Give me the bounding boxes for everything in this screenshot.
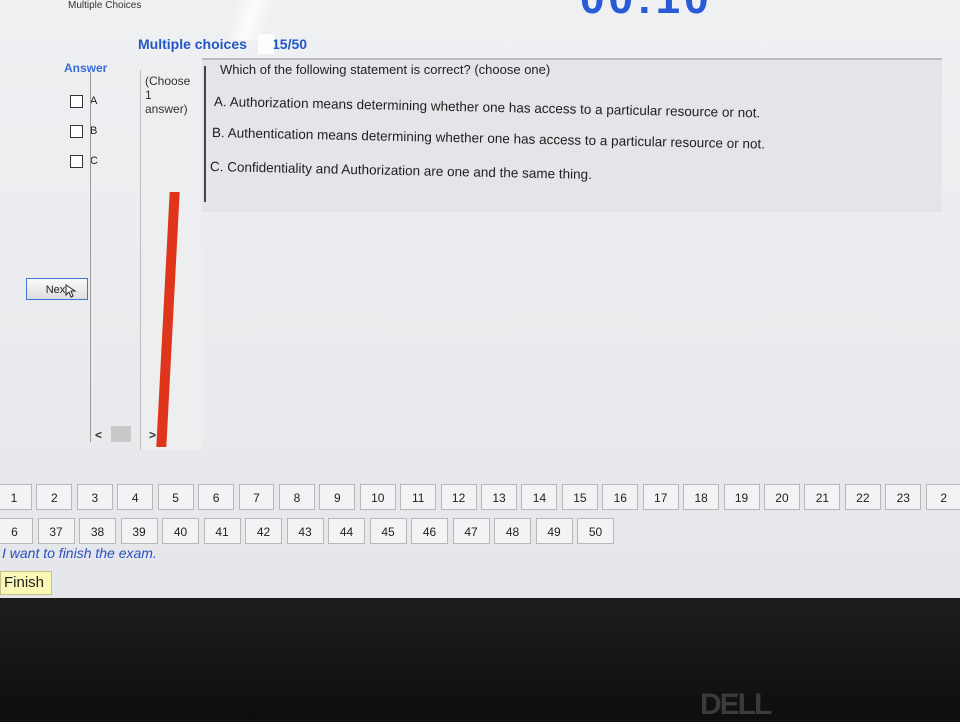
answer-options: A B C — [70, 86, 98, 176]
question-nav-button[interactable]: 11 — [400, 484, 437, 510]
answer-option-label: B — [90, 125, 98, 137]
question-nav-button[interactable]: 40 — [162, 518, 199, 544]
question-nav-button[interactable]: 49 — [535, 518, 573, 544]
question-nav-button[interactable]: 50 — [577, 518, 614, 544]
question-nav-button[interactable]: 7 — [238, 484, 275, 510]
question-navigator: 1 2 3 4 5 6 7 8 9 10 11 12 13 14 15 16 17 18 19 20 21 22 23 2 6… — [0, 484, 960, 546]
question-nav-row-2: 6 37 38 39 40 41 42 43 44 45 46 47 48 49 50 — [0, 518, 960, 546]
question-nav-button[interactable]: 18 — [683, 484, 720, 510]
question-nav-button[interactable]: 13 — [481, 484, 517, 510]
question-nav-button[interactable]: 48 — [494, 518, 531, 544]
question-nav-button[interactable]: 2 — [36, 484, 73, 510]
question-nav-button[interactable]: 15 — [561, 484, 598, 510]
finish-prompt: I want to finish the exam. — [2, 545, 157, 561]
question-progress: 15/50 — [257, 34, 308, 54]
horizontal-scrollbar[interactable]: < > — [95, 424, 165, 446]
question-nav-button[interactable]: 8 — [278, 484, 315, 510]
exam-screen: Multiple Choices 00:10 Multiple choices … — [0, 0, 960, 610]
choose-instruction: (Choose 1 answer) — [145, 74, 190, 116]
choose-line: 1 — [145, 88, 152, 102]
answer-option-label: C — [90, 155, 98, 167]
checkbox-a[interactable] — [70, 94, 83, 108]
question-nav-button[interactable]: 22 — [844, 484, 881, 510]
question-nav-button[interactable]: 14 — [521, 484, 558, 510]
question-nav-button[interactable]: 6 — [0, 518, 33, 544]
question-nav-row-1: 1 2 3 4 5 6 7 8 9 10 11 12 13 14 15 16 17 18 19 20 21 22 23 2 — [0, 484, 960, 512]
question-nav-button[interactable]: 39 — [120, 518, 158, 544]
question-nav-button[interactable]: 20 — [764, 484, 800, 510]
question-nav-button[interactable]: 3 — [76, 484, 113, 510]
window-title: Multiple Choices — [68, 0, 142, 11]
question-nav-button[interactable]: 10 — [359, 484, 396, 510]
question-nav-button[interactable]: 9 — [319, 484, 356, 510]
answer-option-label: A — [90, 95, 98, 107]
question-nav-button[interactable]: 46 — [411, 518, 448, 544]
question-nav-button[interactable]: 5 — [157, 484, 194, 510]
next-button[interactable]: Next — [26, 278, 88, 300]
scroll-thumb[interactable] — [111, 426, 131, 442]
timer-display: 00:10 — [580, 0, 713, 24]
question-nav-button[interactable]: 43 — [286, 518, 324, 544]
monitor-bezel — [0, 598, 960, 720]
question-nav-button[interactable]: 45 — [369, 518, 407, 544]
answer-option-b[interactable]: B — [70, 116, 98, 146]
choose-line: (Choose — [145, 74, 191, 88]
question-nav-button[interactable]: 21 — [804, 484, 841, 510]
checkbox-b[interactable] — [70, 124, 83, 138]
question-nav-button[interactable]: 37 — [37, 518, 75, 544]
question-nav-button[interactable]: 12 — [440, 484, 477, 510]
question-divider — [204, 66, 206, 202]
scroll-right-arrow[interactable]: > — [149, 428, 156, 442]
question-nav-button[interactable]: 38 — [79, 518, 116, 544]
choose-line: answer) — [145, 102, 188, 116]
question-nav-button[interactable]: 1 — [0, 484, 32, 510]
section-title: Multiple choices — [138, 36, 247, 52]
question-nav-button[interactable]: 4 — [117, 484, 154, 510]
scroll-left-arrow[interactable]: < — [95, 428, 102, 442]
brand-logo: DELL — [700, 688, 772, 721]
mouse-cursor-icon — [65, 284, 77, 298]
panel-divider — [90, 72, 91, 442]
question-nav-button[interactable]: 42 — [245, 518, 282, 544]
question-text: Which of the following statement is corr… — [220, 62, 551, 77]
question-nav-button[interactable]: 44 — [328, 518, 365, 544]
answer-option-c[interactable]: C — [70, 146, 98, 176]
checkbox-c[interactable] — [70, 154, 83, 168]
question-nav-button[interactable]: 17 — [642, 484, 679, 510]
question-nav-button[interactable]: 6 — [198, 484, 235, 510]
finish-button[interactable]: Finish — [0, 571, 52, 595]
question-nav-button[interactable]: 2 — [925, 484, 960, 510]
question-nav-button[interactable]: 23 — [885, 484, 922, 510]
question-nav-button[interactable]: 47 — [452, 518, 490, 544]
question-nav-button[interactable]: 41 — [203, 518, 241, 544]
answer-header: Answer — [64, 61, 108, 75]
answer-option-a[interactable]: A — [70, 86, 98, 116]
question-nav-button[interactable]: 19 — [723, 484, 760, 510]
question-nav-button[interactable]: 16 — [602, 484, 639, 510]
